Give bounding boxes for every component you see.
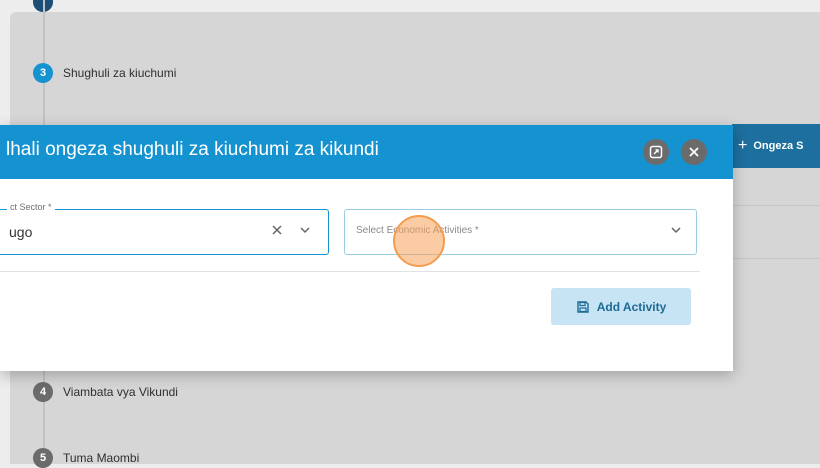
sector-select-value: ugo (9, 224, 33, 240)
modal-header: lhali ongeza shughuli za kiuchumi za kik… (0, 125, 733, 179)
step-3-label: Shughuli za kiuchumi (63, 66, 177, 80)
step-3[interactable]: 3 Shughuli za kiuchumi (33, 63, 176, 83)
modal-divider (0, 271, 700, 272)
step-4-number: 4 (33, 382, 53, 402)
save-icon (577, 300, 589, 313)
step-3-number: 3 (33, 63, 53, 83)
background-divider (733, 205, 820, 206)
add-activity-label: Add Activity (596, 299, 667, 314)
step-5-label: Tuma Maombi (63, 451, 140, 465)
step-4-label: Viambata vya Vikundi (63, 385, 178, 399)
maximize-button[interactable] (643, 139, 669, 165)
maximize-icon (649, 145, 663, 159)
background-add-button[interactable]: + Ongeza S (738, 134, 803, 158)
add-activity-modal: lhali ongeza shughuli za kiuchumi za kik… (0, 125, 733, 371)
step-5-number: 5 (33, 448, 53, 468)
close-icon (689, 147, 699, 157)
modal-title: lhali ongeza shughuli za kiuchumi za kik… (6, 139, 379, 160)
sector-select[interactable]: ct Sector * ugo (0, 202, 329, 255)
background-divider (733, 258, 820, 259)
step-5[interactable]: 5 Tuma Maombi (33, 448, 139, 468)
chevron-down-icon[interactable] (669, 223, 683, 242)
click-cursor-indicator (393, 215, 445, 267)
chevron-down-icon[interactable] (298, 223, 312, 242)
clear-icon[interactable] (270, 223, 284, 242)
close-button[interactable] (681, 139, 707, 165)
sector-select-legend: ct Sector * (7, 202, 55, 212)
step-4[interactable]: 4 Viambata vya Vikundi (33, 382, 178, 402)
add-activity-button[interactable]: Add Activity (551, 288, 691, 325)
plus-icon: + (738, 137, 748, 154)
background-add-button-label: Ongeza S (753, 140, 804, 152)
